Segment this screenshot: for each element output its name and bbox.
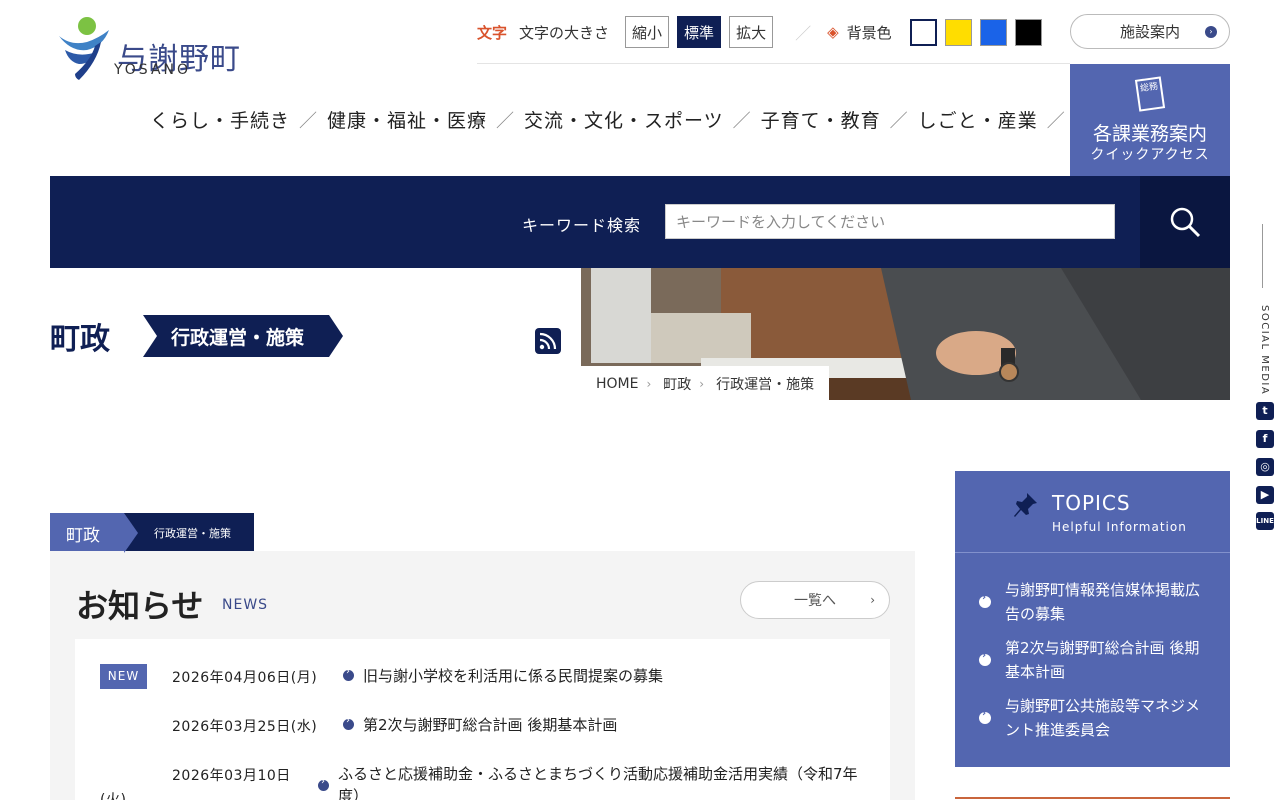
- topics-subtitle: Helpful Information: [1052, 520, 1187, 534]
- divider: ／: [299, 110, 319, 132]
- search-bar: キーワード検索: [50, 176, 1230, 268]
- chevron-circle-icon: [343, 666, 354, 681]
- instagram-icon[interactable]: ◎: [1256, 458, 1274, 476]
- topics-link[interactable]: 与謝野町公共施設等マネジメント推進委員会: [1005, 694, 1205, 742]
- search-icon: [1170, 207, 1201, 238]
- news-link[interactable]: 第2次与謝野町総合計画 後期基本計画: [363, 714, 617, 736]
- search-button[interactable]: [1140, 176, 1230, 268]
- category-tab-parent[interactable]: 町政: [50, 513, 138, 553]
- document-icon: 総務: [1134, 76, 1166, 112]
- chevron-circle-icon: [979, 708, 991, 724]
- facility-guide-label: 施設案内: [1119, 23, 1180, 41]
- youtube-icon[interactable]: ▶: [1256, 486, 1274, 504]
- breadcrumb-home[interactable]: HOME: [596, 376, 638, 392]
- breadcrumb: HOME › 町政 › 行政運営・施策: [581, 366, 830, 402]
- topics-link[interactable]: 与謝野町情報発信媒体掲載広告の募集: [1005, 578, 1205, 626]
- text-size-standard-button[interactable]: 標準: [677, 16, 722, 48]
- topics-panel: TOPICS Helpful Information 与謝野町情報発信媒体掲載広…: [955, 471, 1230, 767]
- quick-access-button[interactable]: 総務 各課業務案内 クイックアクセス: [1070, 64, 1230, 176]
- news-link[interactable]: ふるさと応援補助金・ふるさとまちづくり活動応援補助金活用実績（令和7年度）: [338, 763, 868, 800]
- global-nav: くらし・手続き ／ 健康・福祉・医療 ／ 交流・文化・スポーツ ／ 子育て・教育…: [150, 106, 1115, 133]
- paint-bucket-icon: ◈: [827, 23, 839, 41]
- topics-link[interactable]: 第2次与謝野町総合計画 後期基本計画: [1005, 636, 1205, 684]
- twitter-icon[interactable]: t: [1256, 402, 1274, 420]
- news-date: 2026年03月10日: [172, 768, 291, 784]
- text-size-large-button[interactable]: 拡大: [729, 16, 774, 48]
- news-list-label: 一覧へ: [794, 593, 836, 609]
- news-title-en: NEWS: [222, 597, 269, 613]
- search-input[interactable]: [665, 204, 1115, 239]
- bg-white-swatch[interactable]: [909, 18, 937, 46]
- page-subtitle: 行政運営・施策: [143, 315, 343, 357]
- chevron-right-icon: ›: [646, 377, 652, 391]
- divider: ／: [1046, 110, 1066, 132]
- gnav-item-living[interactable]: くらし・手続き: [150, 106, 290, 133]
- breadcrumb-current: 行政運営・施策: [716, 377, 815, 393]
- chevron-right-icon: ›: [1205, 26, 1217, 38]
- gnav-item-work[interactable]: しごと・産業: [918, 106, 1038, 133]
- news-list: NEW 2026年04月06日(月) 旧与謝小学校を利活用に係る民間提案の募集 …: [75, 639, 890, 800]
- divider: ／: [889, 110, 909, 132]
- quick-access-title: 各課業務案内: [1092, 123, 1207, 145]
- news-link[interactable]: 旧与謝小学校を利活用に係る民間提案の募集: [363, 665, 663, 687]
- divider: [1262, 224, 1263, 288]
- category-tab-child: 行政運営・施策: [124, 513, 254, 553]
- search-label: キーワード検索: [522, 216, 642, 235]
- bg-black-swatch[interactable]: [1014, 18, 1042, 46]
- town-emblem-icon: [59, 17, 109, 80]
- chevron-circle-icon: [343, 715, 354, 730]
- chevron-right-icon: ›: [870, 593, 875, 607]
- chevron-circle-icon: [979, 592, 991, 608]
- bg-yellow-swatch[interactable]: [944, 18, 972, 46]
- news-section: お知らせ NEWS 一覧へ › NEW 2026年04月06日(月) 旧与謝小学…: [50, 551, 915, 800]
- divider: ／: [496, 110, 516, 132]
- news-title: お知らせ: [76, 587, 204, 625]
- news-date: 2026年04月06日(月): [172, 670, 318, 686]
- gnav-item-culture[interactable]: 交流・文化・スポーツ: [524, 106, 724, 133]
- text-size-label: 文字の大きさ: [519, 23, 610, 42]
- text-size-small-button[interactable]: 縮小: [625, 16, 670, 48]
- bg-blue-swatch[interactable]: [979, 18, 1007, 46]
- news-date: 2026年03月25日(水): [172, 719, 318, 735]
- page-title: 町政: [50, 322, 110, 357]
- quick-access-subtitle: クイックアクセス: [1090, 147, 1210, 163]
- pin-icon: [1014, 493, 1037, 517]
- rss-button[interactable]: [535, 328, 561, 354]
- news-list-button[interactable]: 一覧へ ›: [740, 581, 890, 619]
- breadcrumb-government[interactable]: 町政: [663, 374, 691, 394]
- chevron-circle-icon: [979, 650, 991, 666]
- topics-title: TOPICS: [1052, 491, 1131, 515]
- chevron-right-icon: ›: [699, 377, 705, 391]
- rss-icon: [539, 332, 557, 350]
- line-icon[interactable]: LINE: [1256, 512, 1274, 530]
- category-tab: 町政 行政運営・施策: [50, 513, 254, 553]
- divider: ／: [732, 110, 752, 132]
- gnav-item-health[interactable]: 健康・福祉・医療: [327, 106, 487, 133]
- social-media-label: SOCIAL MEDIA: [1259, 305, 1270, 396]
- divider: [477, 63, 1070, 64]
- new-badge: NEW: [100, 664, 147, 689]
- utility-bar: 文字 文字の大きさ 縮小 標準 拡大 ／ ◈ 背景色: [477, 14, 1042, 50]
- site-logo[interactable]: 与謝野町 YOSANO: [57, 16, 257, 82]
- facebook-icon[interactable]: f: [1256, 430, 1274, 448]
- gnav-item-education[interactable]: 子育て・教育: [761, 106, 881, 133]
- news-date-weekday: (火): [100, 792, 127, 800]
- site-name-en: YOSANO: [114, 62, 192, 78]
- text-size-icon: 文字: [477, 23, 508, 42]
- divider: ／: [795, 24, 812, 43]
- chevron-circle-icon: [318, 776, 329, 791]
- topics-header: TOPICS Helpful Information: [955, 471, 1230, 553]
- facility-guide-button[interactable]: 施設案内 ›: [1070, 14, 1230, 49]
- bg-color-label: 背景色: [846, 23, 892, 42]
